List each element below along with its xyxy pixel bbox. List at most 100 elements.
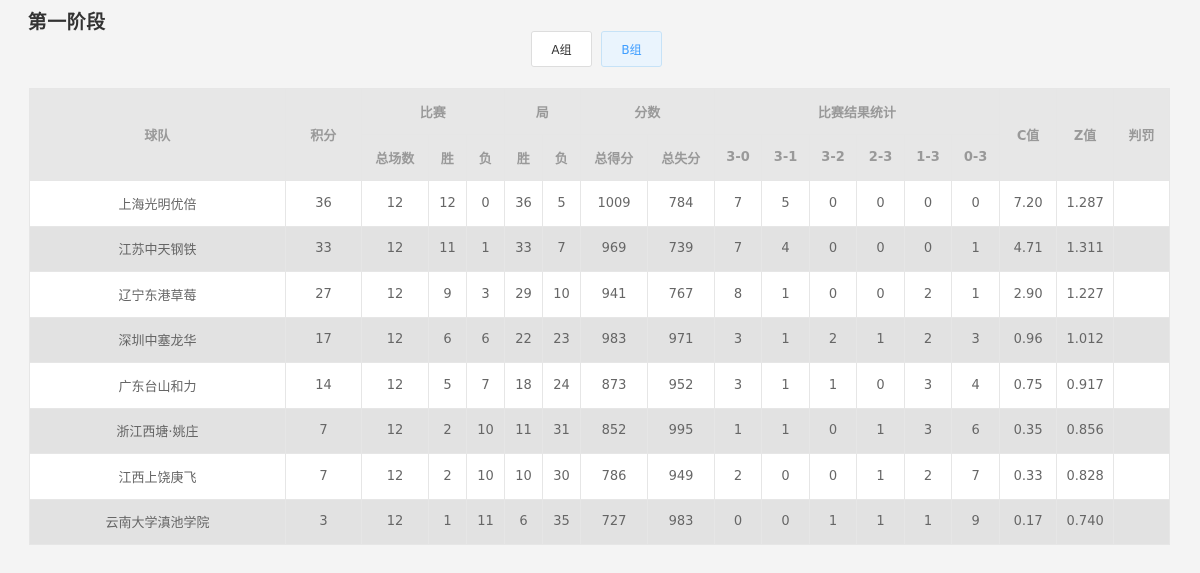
cell-result-0-3: 7 [951,453,1001,500]
cell-set-win: 18 [504,362,544,409]
cell-result-2-3: 1 [856,316,906,363]
header-result-3-2: 3-2 [809,134,858,181]
header-match-win: 胜 [428,134,467,181]
header-score-for: 总得分 [580,134,649,181]
cell-result-1-3: 0 [904,225,953,272]
cell-total-matches: 12 [361,407,429,454]
cell-points: 27 [285,271,362,318]
cell-set-win: 22 [504,316,544,363]
cell-match-loss: 11 [465,498,506,545]
cell-z-value: 1.311 [1056,225,1115,272]
cell-team: 云南大学滇池学院 [29,498,286,545]
page-title: 第一阶段 [28,11,107,33]
cell-penalty [1113,453,1171,500]
cell-set-win: 33 [504,225,544,272]
cell-points: 36 [285,180,362,227]
cell-set-win: 10 [504,453,544,500]
cell-result-3-0: 3 [714,362,763,409]
cell-penalty [1113,180,1171,227]
cell-result-1-3: 1 [904,498,953,545]
cell-result-1-3: 2 [904,271,953,318]
cell-points: 14 [285,362,362,409]
cell-result-3-2: 0 [809,180,858,227]
cell-team: 江西上饶庚飞 [29,453,286,500]
cell-points: 7 [285,453,362,500]
cell-set-loss: 31 [542,407,582,454]
group-tabs: A组 B组 [531,31,662,67]
cell-set-win: 6 [504,498,544,545]
cell-c-value: 0.17 [999,498,1058,545]
cell-z-value: 0.856 [1056,407,1115,454]
cell-z-value: 1.227 [1056,271,1115,318]
cell-total-matches: 12 [361,453,429,500]
cell-set-loss: 23 [542,316,582,363]
cell-match-win: 11 [428,225,467,272]
cell-z-value: 0.740 [1056,498,1115,545]
cell-total-matches: 12 [361,498,429,545]
table-body: 上海光明优倍 36 12 12 0 36 5 1009 784 7 5 0 0 0 0 7.20 1.287 江苏… [29,180,1171,545]
cell-result-2-3: 1 [856,407,906,454]
cell-match-loss: 7 [465,362,506,409]
cell-total-matches: 12 [361,362,429,409]
cell-result-3-0: 8 [714,271,763,318]
header-match-loss: 负 [465,134,506,181]
cell-match-win: 9 [428,271,467,318]
cell-match-win: 6 [428,316,467,363]
tab-group-a[interactable]: A组 [531,31,592,67]
header-result-1-3: 1-3 [904,134,953,181]
header-result-0-3: 0-3 [951,134,1001,181]
cell-set-win: 29 [504,271,544,318]
header-team: 球队 [29,88,286,181]
cell-score-against: 952 [647,362,716,409]
header-points: 积分 [285,88,362,181]
table-row: 云南大学滇池学院 3 12 1 11 6 35 727 983 0 0 1 1 1 9 0.17 0.740 [29,498,1171,545]
cell-team: 深圳中塞龙华 [29,316,286,363]
table-header: 球队 积分 比赛 局 分数 比赛结果统计 C值 Z值 判罚 总场数 胜 负 胜 … [29,88,1171,181]
header-set-loss: 负 [542,134,582,181]
cell-result-3-1: 1 [761,362,811,409]
cell-penalty [1113,407,1171,454]
cell-set-loss: 7 [542,225,582,272]
cell-result-1-3: 2 [904,453,953,500]
cell-penalty [1113,316,1171,363]
cell-result-3-0: 1 [714,407,763,454]
cell-result-2-3: 0 [856,225,906,272]
cell-total-matches: 12 [361,271,429,318]
cell-z-value: 1.012 [1056,316,1115,363]
header-matches: 比赛 [360,88,506,135]
cell-c-value: 4.71 [999,225,1058,272]
header-result-3-1: 3-1 [761,134,811,181]
cell-match-loss: 3 [465,271,506,318]
cell-result-3-0: 7 [714,180,763,227]
cell-match-loss: 10 [465,407,506,454]
cell-score-for: 852 [580,407,649,454]
cell-c-value: 0.35 [999,407,1058,454]
cell-set-loss: 35 [542,498,582,545]
cell-points: 7 [285,407,362,454]
cell-score-for: 941 [580,271,649,318]
cell-match-win: 5 [428,362,467,409]
cell-result-2-3: 1 [856,453,906,500]
cell-result-3-1: 1 [761,316,811,363]
table-row: 广东台山和力 14 12 5 7 18 24 873 952 3 1 1 0 3 4 0.75 0.917 [29,362,1171,409]
cell-c-value: 2.90 [999,271,1058,318]
table-row: 上海光明优倍 36 12 12 0 36 5 1009 784 7 5 0 0 0 0 7.20 1.287 [29,180,1171,227]
table-row: 辽宁东港草莓 27 12 9 3 29 10 941 767 8 1 0 0 2 1 2.90 1.227 [29,271,1171,318]
cell-total-matches: 12 [361,316,429,363]
cell-set-loss: 5 [542,180,582,227]
cell-result-1-3: 2 [904,316,953,363]
cell-result-0-3: 1 [951,271,1001,318]
cell-team: 上海光明优倍 [29,180,286,227]
cell-set-loss: 30 [542,453,582,500]
tab-group-b[interactable]: B组 [601,31,662,67]
cell-score-against: 949 [647,453,716,500]
cell-set-loss: 10 [542,271,582,318]
cell-z-value: 0.828 [1056,453,1115,500]
cell-c-value: 0.96 [999,316,1058,363]
cell-result-3-0: 3 [714,316,763,363]
cell-total-matches: 12 [361,180,429,227]
cell-result-0-3: 6 [951,407,1001,454]
cell-match-loss: 10 [465,453,506,500]
cell-result-3-2: 0 [809,271,858,318]
cell-result-2-3: 0 [856,180,906,227]
